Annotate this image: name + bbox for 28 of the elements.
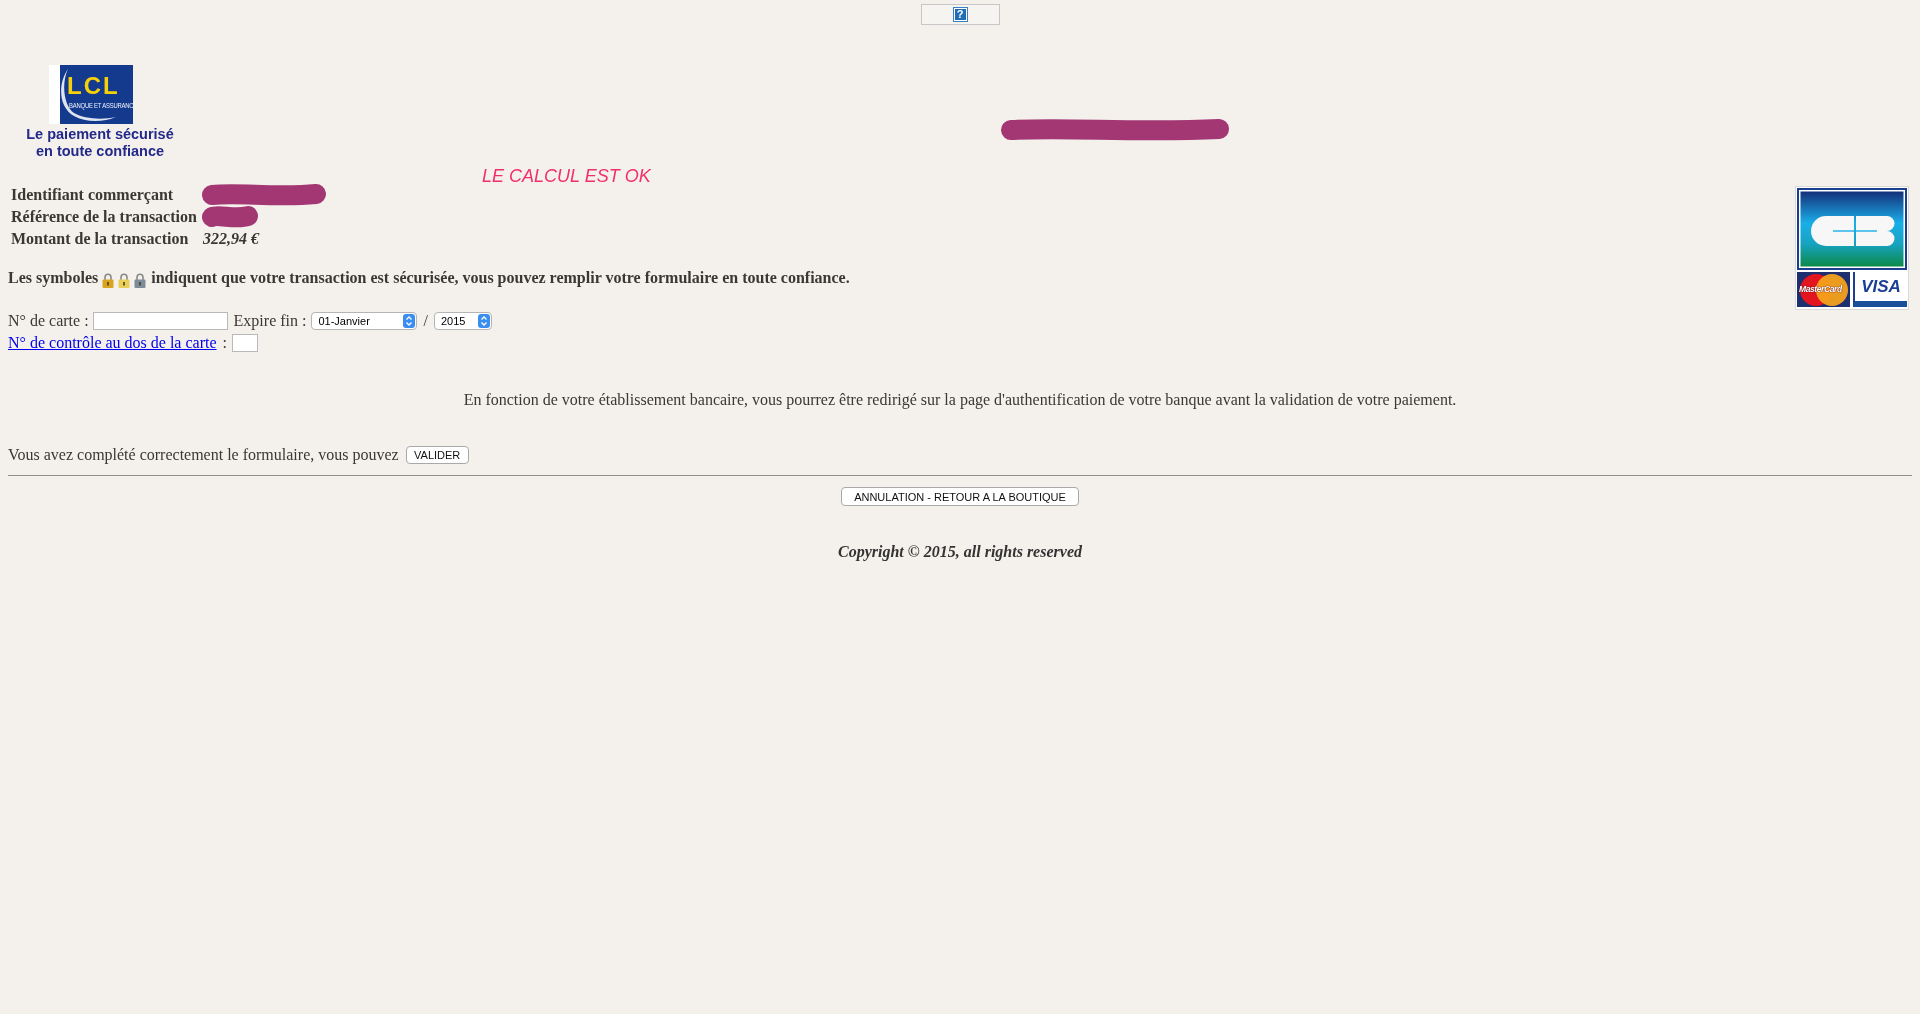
stepper-icon xyxy=(403,314,416,328)
field-label: Identifiant commerçant xyxy=(11,185,174,206)
tagline: Le paiement sécurisé en toute confiance xyxy=(26,126,174,160)
date-separator: / xyxy=(423,312,428,330)
validate-button[interactable]: VALIDER xyxy=(405,446,469,464)
security-code-field[interactable] xyxy=(232,334,258,352)
cancel-button[interactable]: ANNULATION - RETOUR A LA BOUTIQUE xyxy=(841,487,1079,506)
logo-text: VISA xyxy=(1861,277,1901,296)
month-select[interactable]: 01-Janvier xyxy=(311,312,418,330)
stepper-icon xyxy=(477,314,490,328)
logo-text: LCL xyxy=(67,74,120,98)
card-number-field[interactable] xyxy=(92,312,228,330)
year-select[interactable]: 2015 xyxy=(433,312,492,330)
status-message: LE CALCUL EST OK xyxy=(482,168,651,184)
security-code-link[interactable]: N° de contrôle au dos de la carte xyxy=(8,334,217,352)
copyright-text: Copyright © 2015, all rights reserved xyxy=(838,542,1082,562)
field-label: Montant de la transaction xyxy=(11,229,189,249)
field-label: : xyxy=(222,334,227,352)
confirm-text: Vous avez complété correctement le formulaire, vous pouvez xyxy=(8,446,399,464)
help-icon: ? xyxy=(952,7,968,22)
notice-text: Les symboles xyxy=(8,268,99,288)
info-text: En fonction de votre établissement bancaire, vous pourrez être redirigé sur la page d'authentification de votre banque avant la validation de votre paiement. xyxy=(463,390,1457,410)
field-value: 322,94 € xyxy=(202,229,259,249)
field-label: Référence de la transaction xyxy=(11,207,197,227)
field-label: N° de carte : xyxy=(8,312,89,330)
field-label: Expire fin : xyxy=(233,312,307,330)
notice-text: indiquent que votre transaction est sécurisée, vous pouvez remplir votre formulaire en toute confiance. xyxy=(151,268,850,288)
help-button[interactable]: ? xyxy=(920,4,1000,25)
